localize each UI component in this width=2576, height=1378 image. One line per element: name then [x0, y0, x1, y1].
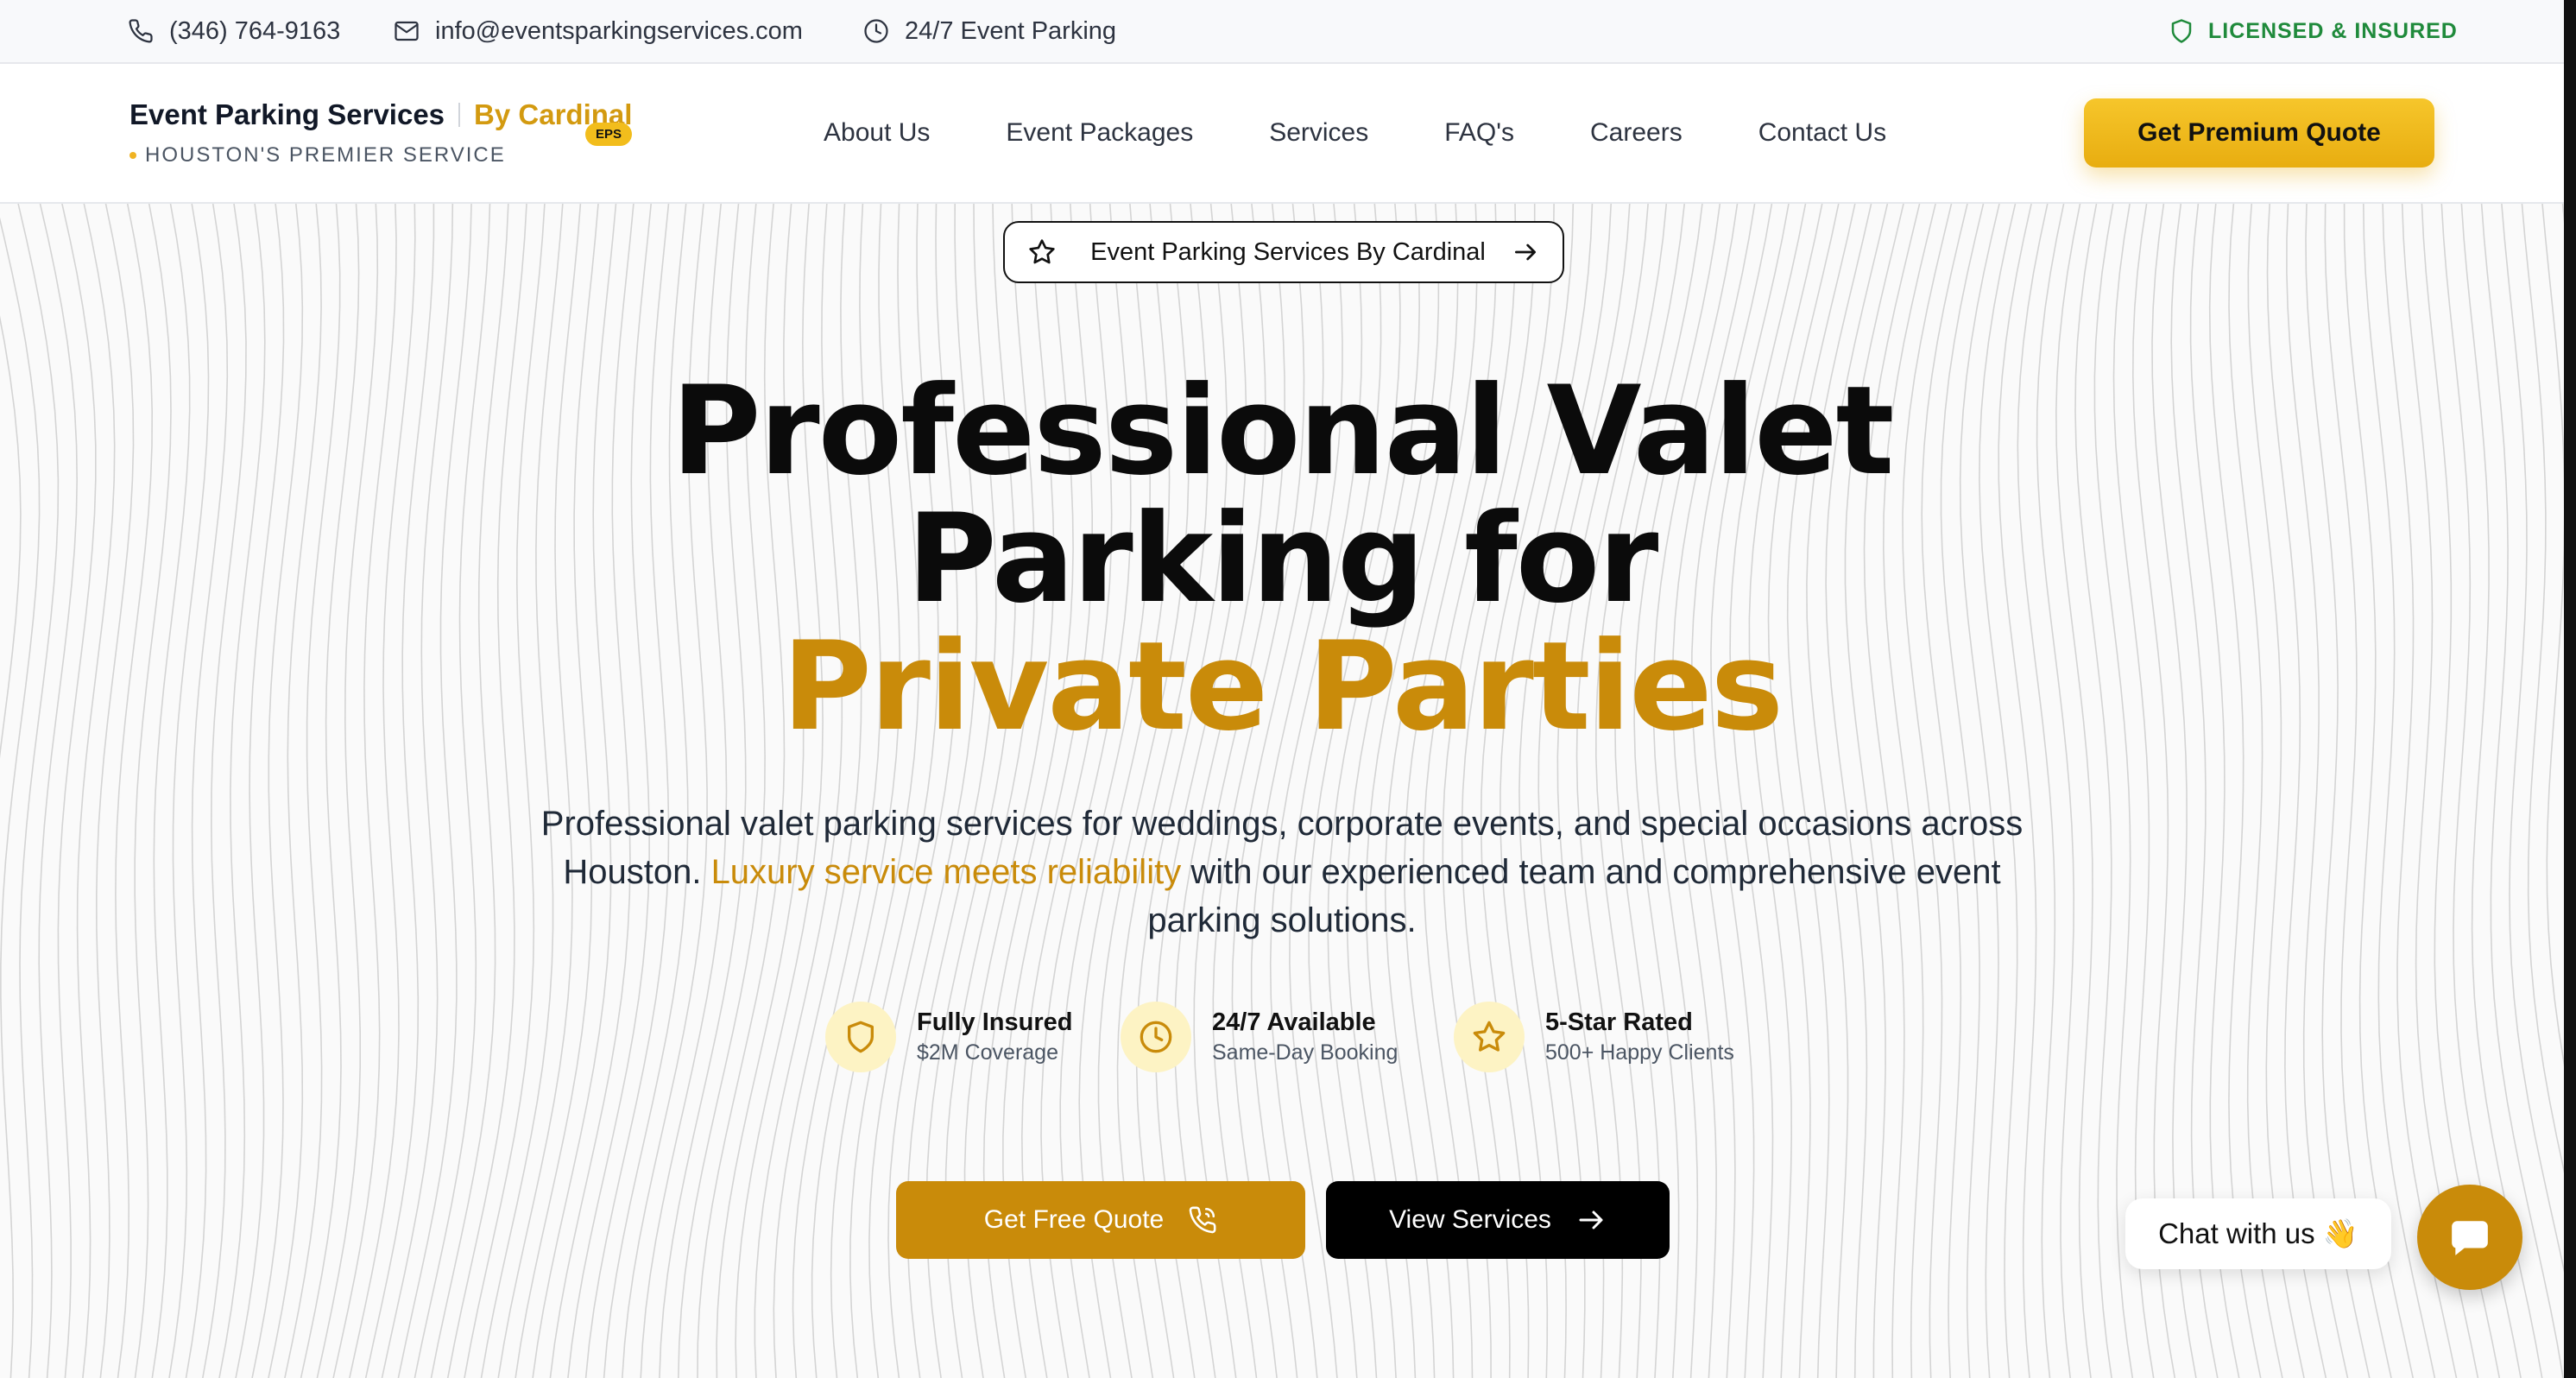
hero-subtext: Professional valet parking services for …: [518, 800, 2046, 945]
brand-pill-text: Event Parking Services By Cardinal: [1090, 237, 1486, 266]
chat-prompt-bubble[interactable]: Chat with us 👋: [2125, 1198, 2391, 1269]
clock-icon: [864, 19, 888, 43]
feature-subtitle: Same-Day Booking: [1212, 1040, 1398, 1065]
nav-link-faqs[interactable]: FAQ's: [1444, 118, 1514, 148]
topbar-phone-text: (346) 764-9163: [169, 16, 341, 45]
view-services-label: View Services: [1389, 1205, 1551, 1234]
feature-24-7-available: 24/7 Available Same-Day Booking: [1121, 1002, 1398, 1072]
tagline-dot: [129, 152, 136, 159]
logo-divider: [458, 103, 461, 127]
nav-links: About Us Event Packages Services FAQ's C…: [824, 64, 1886, 202]
nav-link-careers[interactable]: Careers: [1590, 118, 1683, 148]
star-icon: [1473, 1021, 1506, 1052]
feature-icon-wrap: [1121, 1002, 1191, 1072]
view-services-button[interactable]: View Services: [1326, 1181, 1670, 1259]
feature-subtitle: 500+ Happy Clients: [1545, 1040, 1734, 1065]
subtext-highlight: Luxury service meets reliability: [710, 853, 1182, 891]
arrow-right-icon: [1514, 243, 1536, 261]
topbar-hours-text: 24/7 Event Parking: [905, 16, 1117, 45]
clock-icon: [1140, 1021, 1172, 1053]
phone-icon: [129, 19, 153, 43]
nav-link-event-packages[interactable]: Event Packages: [1006, 118, 1193, 148]
feature-fully-insured: Fully Insured $2M Coverage: [825, 1002, 1072, 1072]
nav-link-services[interactable]: Services: [1269, 118, 1368, 148]
feature-title: Fully Insured: [917, 1008, 1073, 1036]
site-logo[interactable]: Event Parking Services By Cardinal EPS H…: [129, 98, 632, 168]
topbar-email-link[interactable]: info@eventsparkingservices.com: [394, 0, 803, 62]
chat-icon: [2452, 1221, 2488, 1255]
get-free-quote-button[interactable]: Get Free Quote: [896, 1181, 1305, 1259]
top-info-bar: (346) 764-9163 info@eventsparkingservice…: [0, 0, 2564, 64]
headline-line-3: Private Parties: [781, 616, 1784, 758]
arrow-right-icon: [1579, 1210, 1603, 1229]
feature-icon-wrap: [825, 1002, 896, 1072]
hero-headline: Professional Valet Parking for Private P…: [0, 368, 2564, 751]
get-premium-quote-button[interactable]: Get Premium Quote: [2084, 98, 2434, 168]
licensed-badge: LICENSED & INSURED: [2169, 0, 2458, 62]
feature-icon-wrap: [1454, 1002, 1525, 1072]
feature-title: 5-Star Rated: [1545, 1008, 1693, 1036]
subtext-part-2: with our experienced team and comprehens…: [1147, 853, 2001, 939]
feature-subtitle: $2M Coverage: [917, 1040, 1058, 1065]
logo-main-text: Event Parking Services: [129, 98, 445, 130]
logo-badge: EPS: [585, 123, 633, 146]
get-free-quote-label: Get Free Quote: [983, 1205, 1165, 1234]
shield-icon: [848, 1021, 874, 1053]
logo-tagline: HOUSTON'S PREMIER SERVICE: [145, 143, 506, 167]
topbar-hours: 24/7 Event Parking: [863, 0, 1116, 62]
topbar-phone-link[interactable]: (346) 764-9163: [128, 0, 340, 62]
shield-icon: [2171, 19, 2192, 43]
mail-icon: [395, 21, 419, 41]
licensed-text: LICENSED & INSURED: [2208, 18, 2458, 43]
feature-list: Fully Insured $2M Coverage 24/7 Availabl…: [0, 1002, 2564, 1079]
nav-link-about[interactable]: About Us: [824, 118, 930, 148]
topbar-email-text: info@eventsparkingservices.com: [435, 16, 803, 45]
feature-title: 24/7 Available: [1212, 1008, 1376, 1036]
phone-call-icon: [1189, 1206, 1216, 1234]
headline-line-2: Parking for: [906, 488, 1659, 630]
nav-link-contact[interactable]: Contact Us: [1758, 118, 1886, 148]
main-navigation: Event Parking Services By Cardinal EPS H…: [0, 64, 2564, 204]
feature-5-star-rated: 5-Star Rated 500+ Happy Clients: [1454, 1002, 1734, 1072]
page-scrollbar[interactable]: [2564, 0, 2576, 1378]
headline-line-1: Professional Valet: [671, 360, 1895, 503]
brand-pill-link[interactable]: Event Parking Services By Cardinal: [1003, 221, 1564, 283]
hero-section: Event Parking Services By Cardinal Profe…: [0, 204, 2564, 1378]
star-icon: [1029, 239, 1055, 264]
chat-widget-button[interactable]: [2417, 1185, 2522, 1290]
